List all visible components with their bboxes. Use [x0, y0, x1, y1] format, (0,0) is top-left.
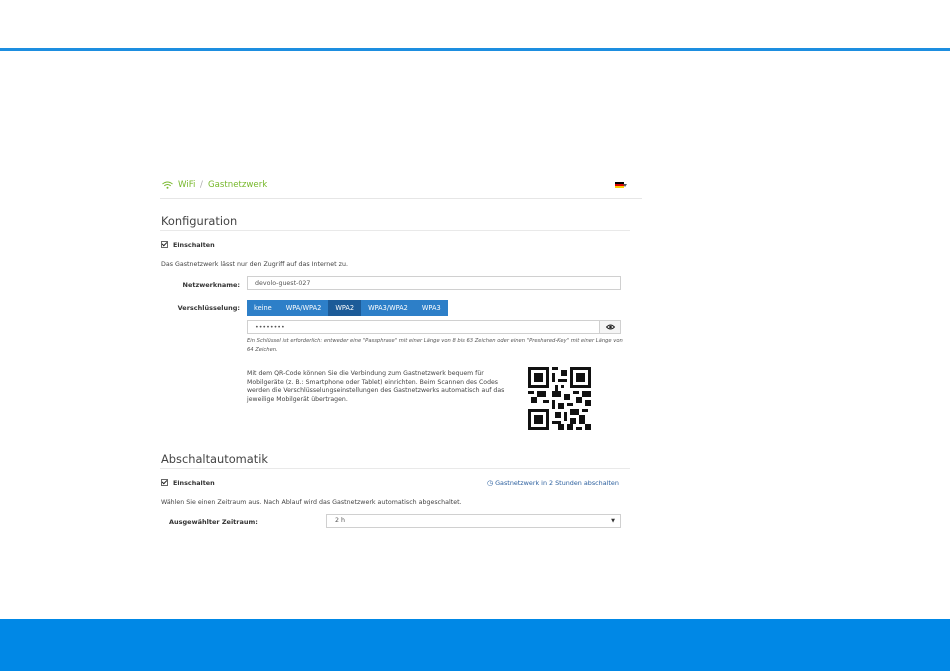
- auto-off-enable-row[interactable]: Einschalten: [161, 478, 215, 487]
- auto-off-enable-label: Einschalten: [173, 479, 215, 487]
- eye-icon: [605, 324, 615, 330]
- configuration-title: Konfiguration: [161, 214, 238, 228]
- password-input[interactable]: [247, 320, 600, 334]
- auto-off-status-text: Gastnetzwerk in 2 Stunden abschalten: [495, 479, 619, 487]
- encryption-selector: keine WPA/WPA2 WPA2 WPA3/WPA2 WPA3: [247, 300, 448, 316]
- configuration-description: Das Gastnetzwerk lässt nur den Zugriff a…: [161, 261, 348, 268]
- qr-code-icon: [528, 367, 591, 430]
- header-divider: [0, 48, 950, 51]
- key-hint: Ein Schlüssel ist erforderlich: entweder…: [247, 338, 623, 353]
- qr-description: Mit dem QR-Code können Sie die Verbindun…: [247, 370, 505, 403]
- breadcrumb: WiFi / Gastnetzwerk: [160, 178, 642, 198]
- auto-off-title: Abschaltautomatik: [161, 452, 268, 466]
- clock-icon: ◷: [487, 479, 494, 487]
- breadcrumb-separator: /: [200, 180, 203, 190]
- encryption-label: Verschlüsselung:: [177, 304, 240, 312]
- auto-off-divider: [160, 468, 630, 469]
- caret-down-icon: ▼: [611, 518, 615, 524]
- footer-bar: [0, 619, 950, 671]
- period-select-value: 2 h: [335, 517, 345, 524]
- network-name-input[interactable]: [247, 276, 621, 290]
- breadcrumb-wifi-link[interactable]: WiFi: [178, 180, 195, 190]
- breadcrumb-divider: [160, 198, 642, 199]
- encryption-option-wpa2[interactable]: WPA2: [328, 300, 362, 316]
- auto-off-enable-checkbox[interactable]: [161, 478, 168, 486]
- configuration-enable-checkbox[interactable]: [161, 240, 168, 248]
- period-select[interactable]: 2 h ▼: [326, 514, 621, 528]
- configuration-enable-label: Einschalten: [173, 241, 215, 249]
- encryption-option-wpa3[interactable]: WPA3: [414, 300, 448, 316]
- configuration-divider: [160, 230, 630, 231]
- network-name-label: Netzwerkname:: [182, 281, 240, 289]
- period-label: Ausgewählter Zeitraum:: [169, 518, 258, 526]
- breadcrumb-current: Gastnetzwerk: [208, 180, 268, 190]
- encryption-option-none[interactable]: keine: [247, 300, 279, 316]
- auto-off-description: Wählen Sie einen Zeitraum aus. Nach Abla…: [161, 499, 462, 506]
- show-password-button[interactable]: [600, 320, 621, 334]
- chevron-down-icon[interactable]: [623, 184, 627, 187]
- wifi-icon: [162, 181, 173, 189]
- configuration-enable-row[interactable]: Einschalten: [161, 240, 215, 249]
- encryption-option-wpa3-wpa2[interactable]: WPA3/WPA2: [361, 300, 415, 316]
- auto-off-status-link[interactable]: ◷ Gastnetzwerk in 2 Stunden abschalten: [487, 479, 619, 487]
- encryption-option-wpa-wpa2[interactable]: WPA/WPA2: [278, 300, 329, 316]
